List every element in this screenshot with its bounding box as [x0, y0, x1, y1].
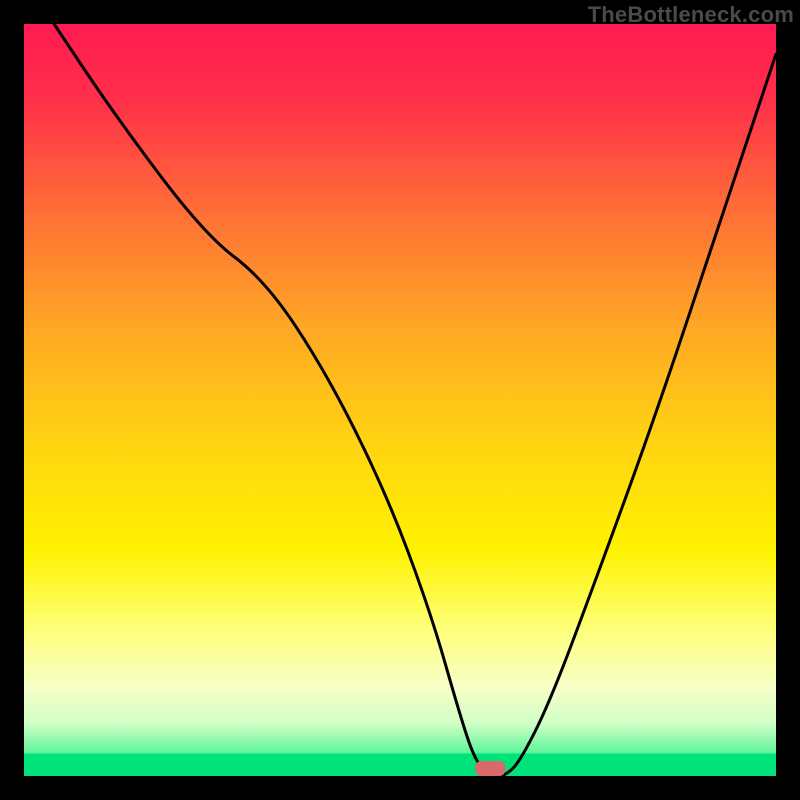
chart-frame: TheBottleneck.com [0, 0, 800, 800]
attribution-label: TheBottleneck.com [588, 2, 794, 28]
chart-green-band [24, 753, 776, 776]
chart-background [24, 24, 776, 776]
chart-plot-area [24, 24, 776, 776]
chart-svg [24, 24, 776, 776]
optimal-marker [475, 761, 505, 776]
